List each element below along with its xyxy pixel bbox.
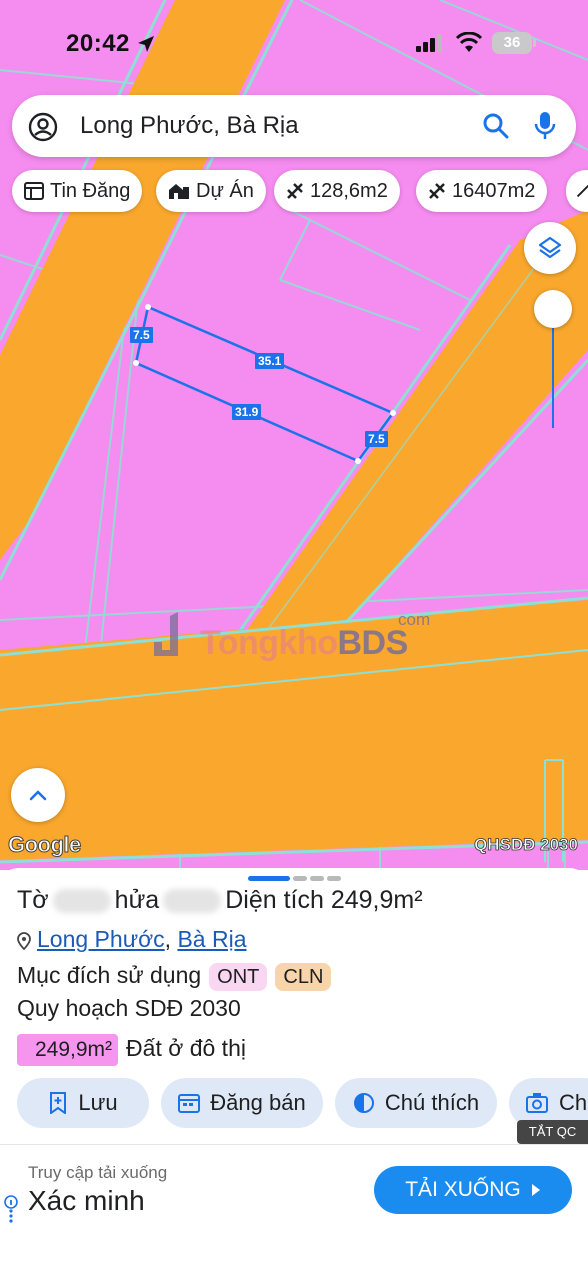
chip-area-1[interactable]: 128,6m2 xyxy=(274,170,400,212)
parcel-title: Tờ hửa Diện tích 249,9m² xyxy=(17,886,423,914)
chip-more[interactable] xyxy=(566,170,588,212)
play-arrow-icon xyxy=(531,1184,540,1196)
status-time: 20:42 xyxy=(66,30,130,57)
ad-info-icon[interactable] xyxy=(4,1195,18,1227)
listing-icon xyxy=(24,182,44,200)
wifi-icon xyxy=(455,32,483,52)
opacity-slider-handle[interactable] xyxy=(534,290,572,328)
contrast-icon xyxy=(353,1093,374,1113)
plan-label: Quy hoạch SDĐ 2030 xyxy=(17,995,241,1021)
plot-label-right: 7.5 xyxy=(365,431,388,447)
layers-icon xyxy=(538,236,562,259)
battery-indicator: 36 xyxy=(492,32,536,54)
chevron-up-icon xyxy=(29,790,47,801)
bookmark-add-icon xyxy=(50,1092,67,1114)
expand-up-button[interactable] xyxy=(11,768,65,822)
usage-tag-ont: ONT xyxy=(209,962,268,991)
google-logo: Google xyxy=(8,832,82,858)
post-sale-button[interactable]: Đăng bán xyxy=(161,1078,323,1128)
chip-du-an[interactable]: Dự Án xyxy=(156,170,266,212)
measure-icon xyxy=(287,183,303,199)
microphone-icon[interactable] xyxy=(534,110,556,142)
chip-tin-dang[interactable]: Tin Đăng xyxy=(12,170,143,212)
parcel-info-sheet: Tờ hửa Diện tích 249,9m² Long Phước, Bà Rị… xyxy=(0,868,588,1144)
plot-label-top: 35.1 xyxy=(255,353,285,369)
layer-badge: QHSDĐ 2030 xyxy=(474,835,579,855)
plot-label-left: 7.5 xyxy=(130,327,153,343)
location-link-commune[interactable]: Long Phước xyxy=(37,926,165,952)
filter-chips: Tin Đăng Dự Án 128,6m2 16407m2 xyxy=(12,170,588,212)
watermark: TongkhoBDS com xyxy=(150,610,430,668)
usage-label: Mục đích sử dụng xyxy=(17,962,202,988)
camera-icon xyxy=(526,1093,548,1113)
home-indicator-area xyxy=(0,1234,588,1280)
action-buttons: Lưu Đăng bán Chú thích Ch xyxy=(17,1078,588,1128)
search-icon[interactable] xyxy=(482,112,510,140)
usage-tag-cln: CLN xyxy=(275,962,332,991)
calendar-icon xyxy=(178,1094,201,1113)
location-link-city[interactable]: Bà Rịa xyxy=(177,926,246,952)
watermark-text: TongkhoBDS xyxy=(200,624,408,662)
legend-button[interactable]: Chú thích xyxy=(335,1078,497,1128)
chip-area-2[interactable]: 16407m2 xyxy=(416,170,548,212)
close-ad-button[interactable]: TẮT QC xyxy=(517,1120,588,1144)
plot-label-bottom: 31.9 xyxy=(232,404,262,420)
parcel-location: Long Phước, Bà Rịa xyxy=(17,926,247,953)
sheet-handle[interactable] xyxy=(248,876,341,881)
plan-type: Đất ở đô thị xyxy=(126,1035,246,1061)
layers-button[interactable] xyxy=(524,222,576,274)
location-pin-icon xyxy=(17,932,31,950)
search-bar[interactable]: Long Phước, Bà Rịa xyxy=(12,95,576,157)
watermark-suffix: com xyxy=(398,610,431,629)
location-arrow-icon xyxy=(138,36,154,52)
measure-icon xyxy=(429,183,445,199)
cellular-signal-icon xyxy=(416,34,442,52)
ad-download-button[interactable]: TẢI XUỐNG xyxy=(374,1166,572,1214)
measure-icon xyxy=(576,184,588,198)
plan-row: 249,9m² Đất ở đô thị xyxy=(17,1034,246,1066)
watermark-logo-icon xyxy=(154,612,178,656)
building-icon xyxy=(169,184,189,199)
usage-row: Mục đích sử dụng ONT CLN xyxy=(17,962,332,991)
account-icon[interactable] xyxy=(28,112,58,142)
search-input[interactable]: Long Phước, Bà Rịa xyxy=(80,112,299,140)
status-bar: 20:42 36 xyxy=(0,28,588,64)
redacted-sheet-number xyxy=(52,889,111,914)
ad-banner[interactable]: Truy cập tải xuống Xác minh TẢI XUỐNG xyxy=(0,1144,588,1234)
redacted-parcel-number xyxy=(163,889,222,914)
plan-area-badge: 249,9m² xyxy=(17,1034,119,1066)
ad-subtitle: Truy cập tải xuống xyxy=(28,1163,168,1182)
save-button[interactable]: Lưu xyxy=(17,1078,149,1128)
ad-title: Xác minh xyxy=(28,1185,145,1216)
